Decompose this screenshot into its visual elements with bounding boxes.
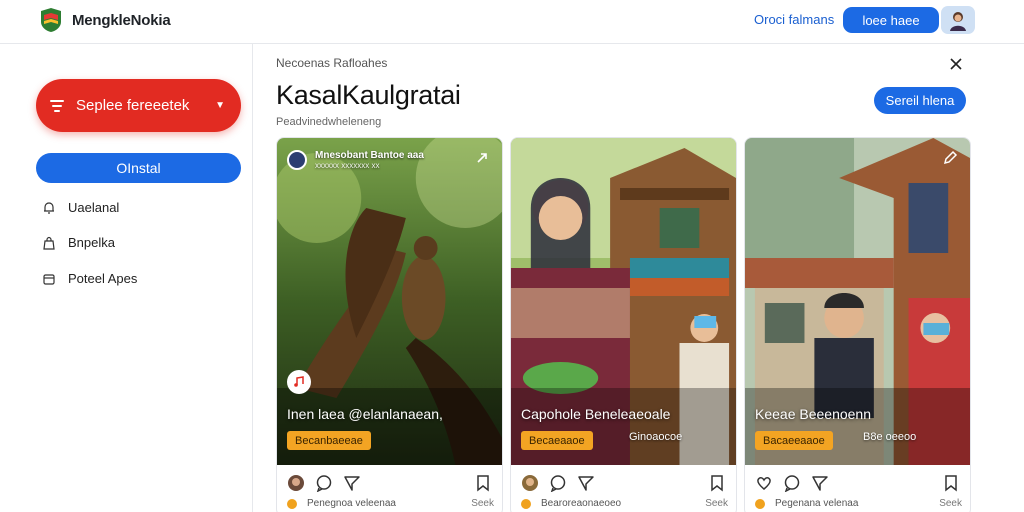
card-actions [277, 472, 502, 494]
edit-icon[interactable] [942, 150, 958, 166]
card-footer: Pegenana velenaa Seek [755, 498, 962, 509]
top-action-button[interactable]: loee haee [843, 7, 939, 33]
logo-icon [41, 8, 61, 32]
sidebar-item-label: Uaelanal [68, 200, 120, 215]
page-subtitle: Peadvinedwheleneng [276, 116, 382, 128]
card-actions [511, 472, 736, 494]
user-avatar-icon [950, 12, 966, 31]
heart-icon[interactable] [755, 474, 773, 492]
card-tag[interactable]: Becanbaeeae [287, 431, 371, 450]
post-card[interactable]: Mnesobant Bantoe aaa xxxxxx xxxxxxx xx In… [276, 137, 503, 512]
music-icon [294, 376, 304, 387]
primary-create-button[interactable]: Seplee fereeetek ▼ [36, 79, 241, 132]
card-tag[interactable]: Bacaeeaaoe [755, 431, 833, 450]
sidebar-item-notifications[interactable]: Uaelanal [42, 200, 119, 215]
card-caption: Capohole Beneleaeoale [521, 406, 671, 422]
avatar-small-icon[interactable] [287, 474, 305, 492]
app-root: MengkleNokia Oroci falmans loee haee Sep… [0, 0, 1024, 512]
install-button[interactable]: OInstal [36, 153, 241, 183]
card-footer-right[interactable]: Seek [939, 498, 962, 509]
share-icon[interactable] [577, 474, 595, 492]
comment-icon[interactable] [315, 474, 333, 493]
bookmark-icon[interactable] [708, 474, 726, 492]
card-caption: Keeae Beeenoenn [755, 406, 871, 422]
top-bar: MengkleNokia Oroci falmans loee haee [0, 0, 1024, 44]
action-button[interactable]: Sereil hlena [874, 87, 966, 114]
close-icon[interactable] [946, 54, 966, 74]
card-footer-text: Penegnoa veleenaa [307, 498, 396, 509]
post-card[interactable]: Keeae Beeenoenn Bacaeeaaoe B8e oeeoo Peg… [744, 137, 971, 512]
card-extra: Ginoaocoe [629, 431, 683, 443]
avatar-small-icon[interactable] [521, 474, 539, 492]
music-badge[interactable] [287, 370, 311, 394]
chevron-down-icon: ▼ [215, 100, 225, 111]
card-caption: Inen laea @elanlanaean, [287, 406, 443, 422]
primary-create-label: Seplee fereeetek [76, 97, 190, 114]
section-label: Necoenas Rafloahes [276, 56, 388, 70]
sidebar-item-shop[interactable]: Bnpelka [42, 235, 115, 250]
card-header: Mnesobant Bantoe aaa xxxxxx xxxxxxx xx [287, 150, 424, 170]
author-avatar[interactable] [287, 150, 307, 170]
user-avatar[interactable] [941, 6, 975, 34]
reaction-icon [287, 498, 297, 509]
top-link[interactable]: Oroci falmans [754, 12, 834, 27]
card-footer-text: Bearoreaonaeoeo [541, 498, 622, 509]
reaction-icon [521, 498, 531, 509]
filter-icon [50, 99, 64, 112]
post-card[interactable]: Capohole Beneleaeoale Becaeaaoe Ginoaoco… [510, 137, 737, 512]
comment-icon[interactable] [783, 474, 801, 493]
brand[interactable]: MengkleNokia [38, 7, 171, 33]
share-icon[interactable] [811, 474, 829, 492]
comment-icon[interactable] [549, 474, 567, 493]
card-footer: Penegnoa veleenaa Seek [287, 498, 494, 509]
main-content: Necoenas Rafloahes KasalKaulgratai Peadv… [254, 44, 1024, 512]
share-icon[interactable] [343, 474, 361, 492]
card-tag[interactable]: Becaeaaoe [521, 431, 593, 450]
bag-icon [43, 236, 55, 250]
card-footer-right[interactable]: Seek [471, 498, 494, 509]
sidebar-item-label: Poteel Apes [68, 271, 138, 286]
sidebar: Seplee fereeetek ▼ OInstal Uaelanal Bnpe… [0, 44, 253, 512]
bookmark-icon[interactable] [474, 474, 492, 492]
sidebar-item-label: Bnpelka [68, 235, 115, 250]
card-extra: B8e oeeoo [863, 431, 917, 443]
author-name: Mnesobant Bantoe aaa xxxxxx xxxxxxx xx [315, 150, 424, 170]
bookmark-icon[interactable] [942, 474, 960, 492]
sidebar-item-apps[interactable]: Poteel Apes [42, 271, 137, 286]
card-footer-text: Pegenana velenaa [775, 498, 859, 509]
brand-name: MengkleNokia [72, 11, 171, 29]
card-footer-right[interactable]: Seek [705, 498, 728, 509]
card-actions [745, 472, 970, 494]
expand-icon[interactable] [474, 150, 490, 166]
page-title: KasalKaulgratai [276, 80, 461, 110]
bell-icon [44, 201, 54, 214]
reaction-icon [755, 498, 765, 509]
box-icon [43, 273, 55, 285]
card-footer: Bearoreaonaeoeo Seek [521, 498, 728, 509]
